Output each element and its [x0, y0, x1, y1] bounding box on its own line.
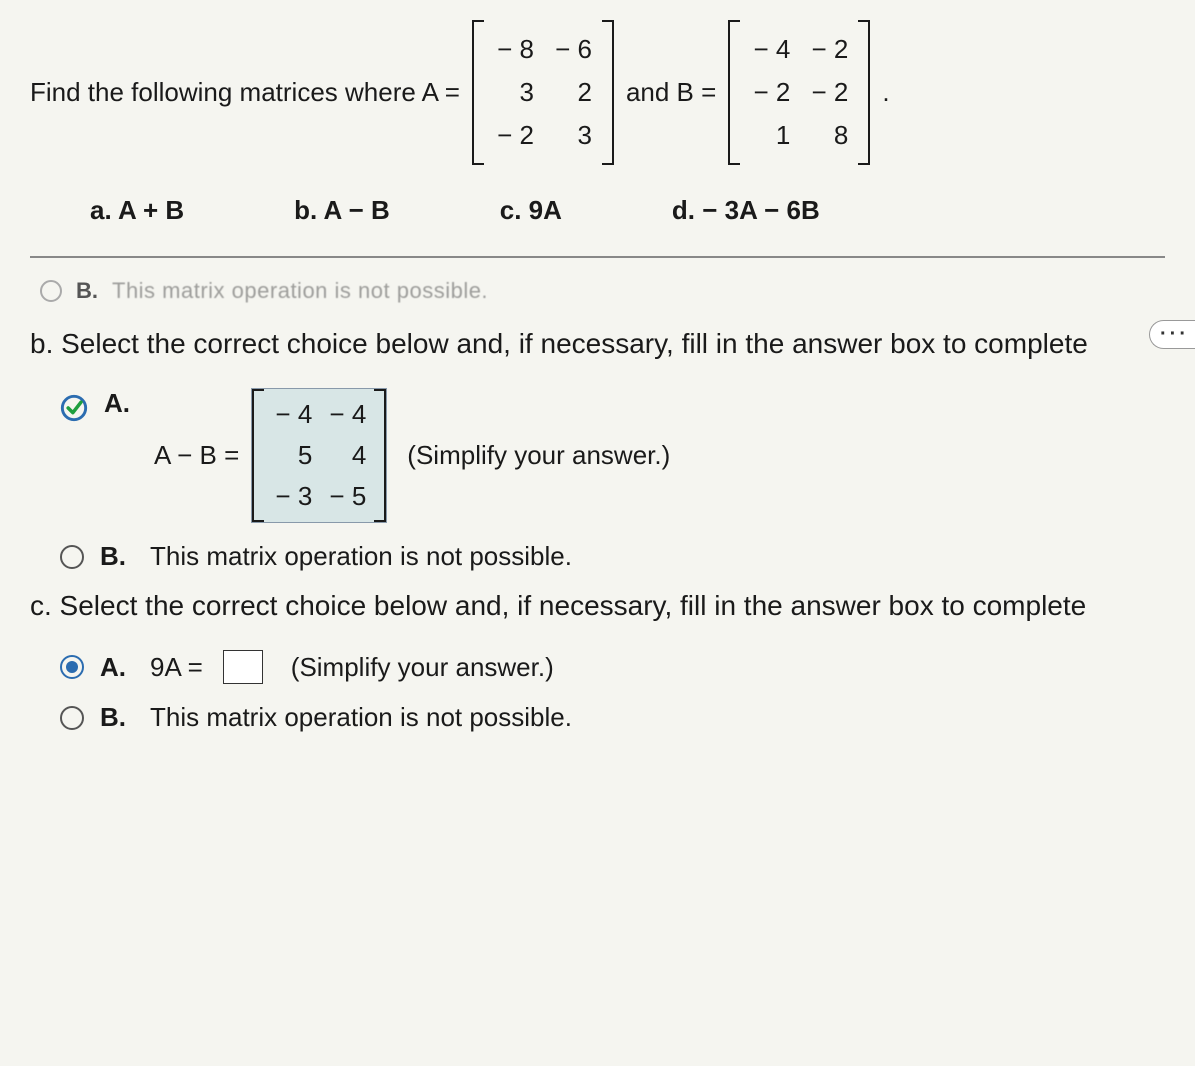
prev-choice-label: B. [76, 278, 98, 304]
answer-input[interactable] [223, 650, 263, 684]
answer-cell: − 4 [272, 399, 312, 430]
matrix-a-cell: − 2 [494, 120, 534, 151]
matrix-a-cell: − 6 [552, 34, 592, 65]
matrix-b-cell: − 2 [808, 34, 848, 65]
correct-check-icon [60, 394, 88, 422]
bracket-right [858, 20, 870, 165]
matrix-b-cell: − 2 [750, 77, 790, 108]
subparts-list: a. A + B b. A − B c. 9A d. − 3A − 6B [90, 195, 1125, 226]
matrix-a-cell: 2 [552, 77, 592, 108]
bracket-left [252, 389, 264, 522]
equation-lhs: A − B = [154, 440, 239, 471]
part-b-choice-a[interactable]: A. A − B = − 4 − 4 5 4 − 3 − 5 (Simplify… [60, 388, 1165, 523]
answer-cell: 5 [272, 440, 312, 471]
radio-icon[interactable] [40, 280, 62, 302]
radio-selected-icon[interactable] [60, 655, 84, 679]
simplify-hint: (Simplify your answer.) [407, 440, 670, 471]
bracket-right [602, 20, 614, 165]
bracket-left [728, 20, 740, 165]
matrix-b-cell: − 4 [750, 34, 790, 65]
part-c-choice-b[interactable]: B. This matrix operation is not possible… [60, 702, 1165, 733]
part-c-choice-a[interactable]: A. 9A = (Simplify your answer.) [60, 650, 1165, 684]
radio-icon[interactable] [60, 706, 84, 730]
choice-b-text: This matrix operation is not possible. [150, 702, 572, 733]
part-b-choice-b[interactable]: B. This matrix operation is not possible… [60, 541, 1165, 572]
subpart-a: a. A + B [90, 195, 184, 226]
choice-b-label: B. [100, 702, 126, 733]
divider [30, 256, 1165, 258]
answer-cell: − 5 [326, 481, 366, 512]
part-c-prompt: c. Select the correct choice below and, … [30, 590, 1165, 622]
prev-choice-text: This matrix operation is not possible. [112, 278, 488, 304]
choice-a-label: A. [104, 388, 130, 418]
previous-choice-b-row: B. This matrix operation is not possible… [40, 278, 1165, 304]
answer-matrix[interactable]: − 4 − 4 5 4 − 3 − 5 [251, 388, 387, 523]
bracket-left [472, 20, 484, 165]
answer-cell: − 3 [272, 481, 312, 512]
matrix-a-cell: − 8 [494, 34, 534, 65]
matrix-b: − 4 − 2 − 2 − 2 1 8 [728, 20, 870, 165]
ellipsis-icon: ··· [1160, 323, 1189, 345]
matrix-a: − 8 − 6 3 2 − 2 3 [472, 20, 614, 165]
period: . [882, 77, 889, 108]
answer-cell: 4 [326, 440, 366, 471]
subpart-b: b. A − B [294, 195, 390, 226]
subpart-c: c. 9A [500, 195, 562, 226]
subpart-d: d. − 3A − 6B [672, 195, 820, 226]
intro-text: Find the following matrices where A = [30, 77, 460, 108]
matrix-b-cell: 8 [808, 120, 848, 151]
problem-statement: Find the following matrices where A = − … [30, 20, 1165, 165]
radio-icon[interactable] [60, 545, 84, 569]
matrix-a-cell: 3 [494, 77, 534, 108]
choice-b-label: B. [100, 541, 126, 572]
matrix-b-cell: 1 [750, 120, 790, 151]
part-b-prompt: b. Select the correct choice below and, … [30, 328, 1165, 360]
and-text: and B = [626, 77, 716, 108]
matrix-b-cell: − 2 [808, 77, 848, 108]
bracket-right [374, 389, 386, 522]
equation-lhs: 9A = [150, 652, 203, 683]
choice-b-text: This matrix operation is not possible. [150, 541, 572, 572]
choice-a-label: A. [100, 652, 126, 683]
matrix-a-cell: 3 [552, 120, 592, 151]
answer-cell: − 4 [326, 399, 366, 430]
simplify-hint: (Simplify your answer.) [291, 652, 554, 683]
more-options-button[interactable]: ··· [1149, 320, 1195, 349]
